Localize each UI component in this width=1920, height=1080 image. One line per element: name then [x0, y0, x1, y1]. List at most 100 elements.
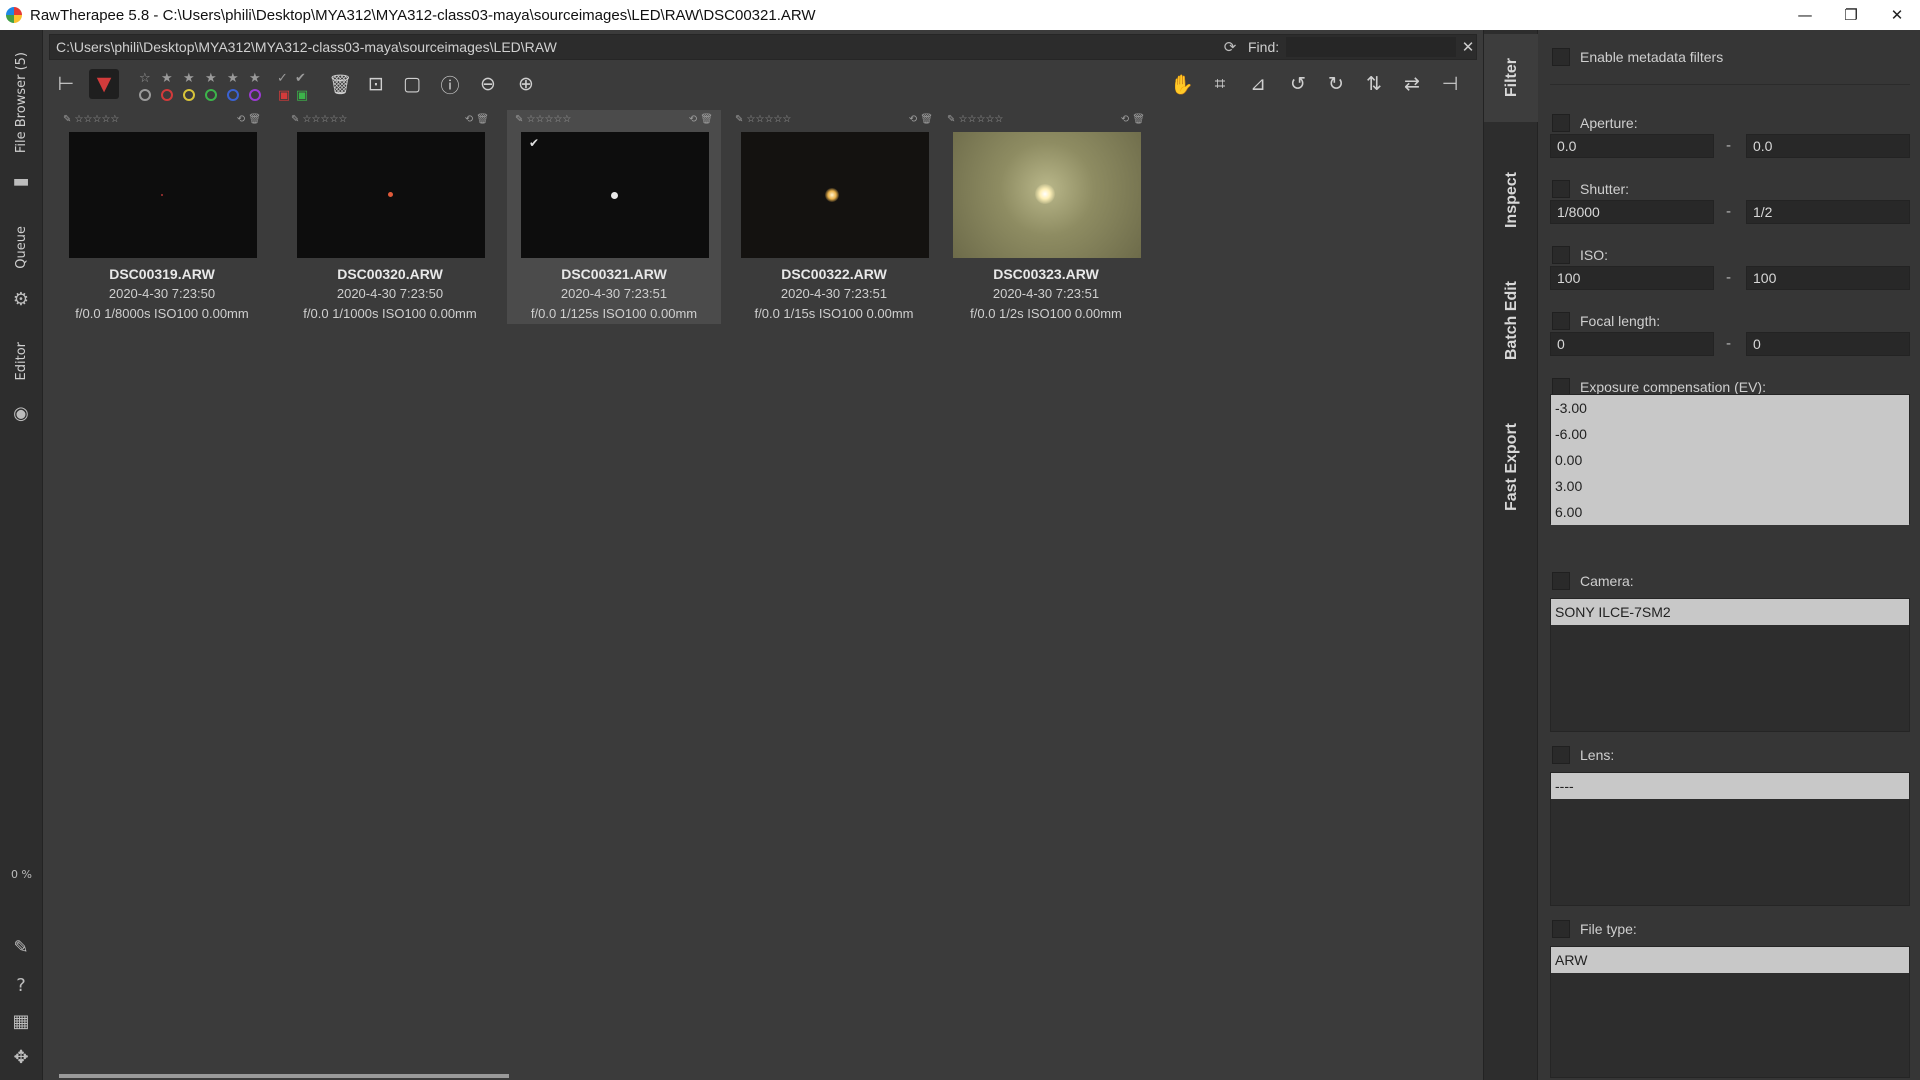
star-filter-3-icon[interactable]: ★ [183, 71, 195, 86]
thumbnail-image[interactable] [741, 132, 929, 258]
restore-button[interactable]: ❐ [1828, 0, 1874, 30]
red-label-icon[interactable] [161, 89, 173, 101]
list-item[interactable]: ARW [1551, 947, 1909, 973]
aperture-from-field[interactable] [1550, 134, 1714, 158]
filter-icon[interactable]: ▼ [89, 69, 119, 99]
straighten-icon[interactable]: ⊿ [1243, 69, 1273, 99]
info-icon[interactable]: ⓘ [435, 69, 465, 99]
thumbnail-item[interactable]: ✎ ☆☆☆☆☆ ⟲ 🗑 DSC00323.ARW 2020-4-30 7:23:5… [939, 110, 1153, 324]
list-item[interactable]: -6.00 [1551, 421, 1909, 447]
unedited-filter-icon[interactable]: ✔ [295, 71, 306, 86]
blue-label-icon[interactable] [227, 89, 239, 101]
minimize-button[interactable]: — [1782, 0, 1828, 30]
aperture-icon[interactable]: ◉ [10, 402, 32, 424]
edited-filter-icon[interactable]: ✓ [277, 71, 288, 86]
thumbnail-item[interactable]: ✎ ☆☆☆☆☆ ⟲ 🗑 DSC00320.ARW 2020-4-30 7:23:5… [283, 110, 497, 324]
shutter-to-field[interactable] [1746, 200, 1910, 224]
aperture-row[interactable]: Aperture: [1552, 114, 1638, 132]
green-label-icon[interactable] [205, 89, 217, 101]
original-view-icon[interactable]: ▢ [397, 69, 427, 99]
lens-checkbox[interactable] [1552, 746, 1570, 764]
no-color-label-icon[interactable] [139, 89, 151, 101]
iso-row[interactable]: ISO: [1552, 246, 1608, 264]
list-item[interactable]: -3.00 [1551, 395, 1909, 421]
thumbnail-image[interactable]: ✔ [521, 132, 709, 258]
flip-horizontal-icon[interactable]: ⇄ [1397, 69, 1427, 99]
zoom-in-icon[interactable]: ⊕ [511, 69, 541, 99]
horizontal-scrollbar[interactable] [59, 1074, 509, 1078]
tab-file-browser[interactable]: File Browser (5) [0, 38, 43, 168]
aperture-checkbox[interactable] [1552, 114, 1570, 132]
star-filter-5-icon[interactable]: ★ [227, 71, 239, 86]
shutter-checkbox[interactable] [1552, 180, 1570, 198]
tab-fast-export[interactable]: Fast Export [1484, 402, 1539, 532]
star-filter-6-icon[interactable]: ★ [249, 71, 261, 86]
preferences-icon[interactable]: ▦ [10, 1010, 32, 1032]
clear-find-icon[interactable]: ✕ [1460, 38, 1476, 56]
thumbnail-image[interactable] [69, 132, 257, 258]
camera-row[interactable]: Camera: [1552, 572, 1634, 590]
star-filter-2-icon[interactable]: ★ [161, 71, 173, 86]
file-type-checkbox[interactable] [1552, 920, 1570, 938]
file-type-list[interactable]: ARW [1550, 946, 1910, 1078]
thumbnail-item[interactable]: ✎ ☆☆☆☆☆ ⟲ 🗑 DSC00319.ARW 2020-4-30 7:23:5… [55, 110, 269, 324]
rotate-left-icon[interactable]: ↺ [1283, 69, 1313, 99]
star-filter-4-icon[interactable]: ★ [205, 71, 217, 86]
toggle-left-panel-icon[interactable]: ⊢ [51, 69, 81, 99]
folder-icon[interactable]: ▬ [10, 170, 32, 192]
lens-row[interactable]: Lens: [1552, 746, 1614, 764]
iso-from-field[interactable] [1550, 266, 1714, 290]
thumbnail-item-selected[interactable]: ✎ ☆☆☆☆☆ ⟲ 🗑 ✔ DSC00321.ARW 2020-4-30 7:23… [507, 110, 721, 324]
list-item[interactable]: 3.00 [1551, 473, 1909, 499]
tab-editor[interactable]: Editor [0, 330, 43, 392]
hand-tool-icon[interactable]: ✋ [1167, 69, 1197, 99]
help-icon[interactable]: ? [10, 974, 32, 996]
yellow-label-icon[interactable] [183, 89, 195, 101]
thumbnail-item[interactable]: ✎ ☆☆☆☆☆ ⟲ 🗑 DSC00322.ARW 2020-4-30 7:23:5… [727, 110, 941, 324]
camera-checkbox[interactable] [1552, 572, 1570, 590]
aperture-to-field[interactable] [1746, 134, 1910, 158]
iso-checkbox[interactable] [1552, 246, 1570, 264]
thumbnail-image[interactable] [953, 132, 1141, 258]
focal-length-to-field[interactable] [1746, 332, 1910, 356]
current-directory-path[interactable]: C:\Users\phili\Desktop\MYA312\MYA312-cla… [56, 39, 557, 55]
trash-view-icon[interactable]: ⊡ [361, 69, 391, 99]
tab-inspect[interactable]: Inspect [1484, 156, 1539, 244]
tab-queue[interactable]: Queue [0, 216, 43, 278]
refresh-icon[interactable]: ⟳ [1220, 38, 1240, 56]
close-button[interactable]: ✕ [1874, 0, 1920, 30]
rotate-right-icon[interactable]: ↻ [1321, 69, 1351, 99]
list-item[interactable]: ---- [1551, 773, 1909, 799]
crop-icon[interactable]: ⌗ [1205, 69, 1235, 99]
toggle-right-panel-icon[interactable]: ⊣ [1435, 69, 1465, 99]
list-item[interactable]: 0.00 [1551, 447, 1909, 473]
enable-metadata-filters-checkbox[interactable] [1552, 48, 1570, 66]
lens-list[interactable]: ---- [1550, 772, 1910, 906]
purple-label-icon[interactable] [249, 89, 261, 101]
fullscreen-icon[interactable]: ✥ [10, 1046, 32, 1068]
tab-filter[interactable]: Filter [1484, 34, 1539, 122]
zoom-out-icon[interactable]: ⊖ [473, 69, 503, 99]
file-type-row[interactable]: File type: [1552, 920, 1637, 938]
enable-metadata-filters-row[interactable]: Enable metadata filters [1552, 48, 1723, 66]
list-item[interactable]: SONY ILCE-7SM2 [1551, 599, 1909, 625]
tab-batch-edit[interactable]: Batch Edit [1484, 266, 1539, 376]
find-input[interactable] [1286, 37, 1456, 57]
iso-to-field[interactable] [1746, 266, 1910, 290]
gears-icon[interactable]: ⚙ [10, 288, 32, 310]
list-item[interactable]: 6.00 [1551, 499, 1909, 525]
trash-filter-icon[interactable]: 🗑 [325, 69, 355, 99]
saved-filter-icon[interactable]: ▣ [293, 86, 311, 104]
exposure-comp-list[interactable]: -3.00 -6.00 0.00 3.00 6.00 [1550, 394, 1910, 525]
camera-list[interactable]: SONY ILCE-7SM2 [1550, 598, 1910, 732]
shutter-from-field[interactable] [1550, 200, 1714, 224]
shutter-row[interactable]: Shutter: [1552, 180, 1629, 198]
thumbnail-image[interactable] [297, 132, 485, 258]
focal-length-checkbox[interactable] [1552, 312, 1570, 330]
focal-length-from-field[interactable] [1550, 332, 1714, 356]
star-filter-1-icon[interactable]: ☆ [139, 71, 151, 86]
flip-vertical-icon[interactable]: ⇅ [1359, 69, 1389, 99]
pencil-add-icon[interactable]: ✎ [10, 936, 32, 958]
not-saved-filter-icon[interactable]: ▣ [275, 86, 293, 104]
focal-length-row[interactable]: Focal length: [1552, 312, 1660, 330]
